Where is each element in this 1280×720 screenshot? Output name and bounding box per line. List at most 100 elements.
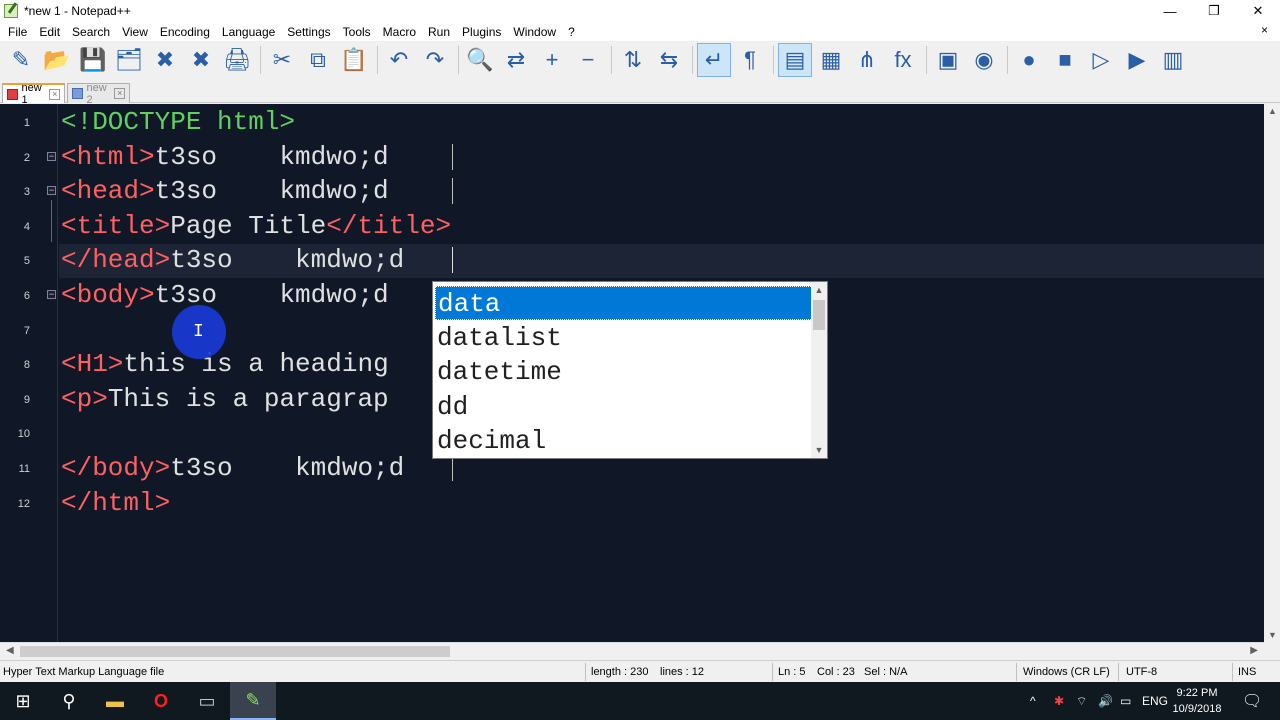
tab-new-1[interactable]: new 1 × [2,82,65,106]
scroll-down-icon[interactable]: ▼ [1268,630,1277,640]
doc-map-icon[interactable]: ▦ [814,43,848,77]
sync-horizontal-icon[interactable]: ⇆ [652,43,686,77]
copy-icon[interactable]: ⧉ [301,43,335,77]
menu-view[interactable]: View [116,25,154,39]
line-number: 4 [23,220,30,233]
open-file-icon[interactable]: 📂 [40,43,74,77]
zoom-out-icon[interactable]: − [571,43,605,77]
replace-icon[interactable]: ⇄ [499,43,533,77]
wifi-icon[interactable]: ⌔ [1076,682,1087,720]
autocomplete-item[interactable]: datetime [435,355,813,389]
restore-button[interactable]: ❐ [1192,0,1236,22]
scroll-thumb[interactable] [813,300,825,330]
scroll-right-icon[interactable]: ▶ [1250,645,1258,656]
print-icon[interactable]: 🖨 [220,43,254,77]
show-all-chars-icon[interactable]: ¶ [733,43,767,77]
find-icon[interactable]: 🔍 [463,43,497,77]
close-icon[interactable]: ✖ [148,43,182,77]
menu-file[interactable]: File [2,25,33,39]
line-number-gutter[interactable]: 1 2−3−4 5 6−7 8 9 10 11 12 [0,104,58,642]
autocomplete-scrollbar[interactable]: ▲ ▼ [811,282,827,458]
stop-macro-icon[interactable]: ■ [1048,43,1082,77]
function-list-icon[interactable]: ⋔ [850,43,884,77]
menu-help[interactable]: ? [562,25,581,39]
close-all-icon[interactable]: ✖ [184,43,218,77]
scroll-up-icon[interactable]: ▲ [1268,106,1277,116]
html-tag: </title> [326,210,452,241]
scroll-up-icon[interactable]: ▲ [811,282,827,298]
menu-language[interactable]: Language [216,25,281,39]
folder-as-workspace-icon[interactable]: ▣ [931,43,965,77]
code-line[interactable]: </head>t3so kmdwo;d [61,243,404,277]
menu-window[interactable]: Window [507,25,562,39]
save-icon[interactable]: 💾 [76,43,110,77]
fold-toggle-icon[interactable]: − [47,151,56,161]
scroll-left-icon[interactable]: ◀ [6,645,14,656]
autocomplete-item[interactable]: dd [435,390,813,424]
menu-tools[interactable]: Tools [337,25,377,39]
volume-icon[interactable]: 🔊 [1098,682,1113,720]
vertical-scrollbar[interactable]: ▲ ▼ [1264,104,1280,642]
menu-search[interactable]: Search [66,25,116,39]
fold-toggle-icon[interactable]: − [47,290,56,299]
tab-new-2[interactable]: new 2 × [67,82,130,106]
clock[interactable]: 9:22 PM 10/9/2018 [1162,685,1232,717]
menu-macro[interactable]: Macro [377,25,422,39]
menu-plugins[interactable]: Plugins [456,25,507,39]
cut-icon[interactable]: ✂ [265,43,299,77]
close-document-x[interactable]: × [1255,23,1274,37]
scroll-down-icon[interactable]: ▼ [811,442,827,458]
code-line[interactable]: <body>t3so kmdwo;d [61,278,389,312]
autocomplete-item[interactable]: data [435,286,813,320]
run-macro-icon[interactable]: ▶ [1120,43,1154,77]
fx-icon[interactable]: fx [886,43,920,77]
monitoring-icon[interactable]: ◉ [967,43,1001,77]
code-line[interactable]: </body>t3so kmdwo;d [61,451,404,485]
code-line[interactable]: <html>t3so kmdwo;d [61,140,389,174]
code-line[interactable]: <H1>this is a heading [61,347,389,381]
redo-icon[interactable]: ↷ [418,43,452,77]
notepadpp-icon[interactable]: ✎ [230,682,276,720]
autocomplete-item[interactable]: decimal [435,424,813,458]
undo-icon[interactable]: ↶ [382,43,416,77]
menu-run[interactable]: Run [422,25,456,39]
paste-icon[interactable]: 📋 [337,43,371,77]
code-line[interactable]: <head>t3so kmdwo;d [61,174,389,208]
zoom-in-icon[interactable]: + [535,43,569,77]
play-macro-icon[interactable]: ▷ [1084,43,1118,77]
indent-guide-icon[interactable]: ▤ [778,43,812,77]
record-macro-icon[interactable]: ● [1012,43,1046,77]
doctype-declaration: <!DOCTYPE html> [61,107,296,137]
menu-edit[interactable]: Edit [33,25,66,39]
tab-close-icon[interactable]: × [114,88,125,99]
horizontal-scrollbar[interactable]: ◀ ▶ [0,642,1264,659]
sync-vertical-icon[interactable]: ⇅ [616,43,650,77]
notification-icon[interactable]: 🗨 [1242,682,1262,720]
menu-encoding[interactable]: Encoding [154,25,216,39]
network-app-icon[interactable]: ✱ [1054,682,1064,720]
chevron-up-icon[interactable]: ^ [1030,682,1036,720]
autocomplete-list[interactable]: decimal dd datetime datalist data ▲ ▼ [432,281,828,459]
code-line[interactable]: <title>Page Title</title> [61,209,451,243]
save-macro-icon[interactable]: ▥ [1156,43,1190,77]
code-line[interactable]: </html> [61,486,170,520]
file-explorer-icon[interactable]: ▬ [92,682,138,720]
close-window-button[interactable]: ✕ [1236,0,1280,22]
search-icon[interactable]: ⚲ [46,682,92,720]
code-line[interactable]: <!DOCTYPE html> [61,105,295,139]
word-wrap-icon[interactable]: ↵ [697,43,731,77]
menu-settings[interactable]: Settings [281,25,336,39]
window-title: *new 1 - Notepad++ [24,4,131,18]
battery-icon[interactable]: ▭ [1120,682,1131,720]
minimize-button[interactable]: — [1148,0,1192,22]
code-line[interactable]: <p>This is a paragrap [61,382,389,416]
scroll-thumb[interactable] [20,646,450,657]
save-all-icon[interactable]: 🗂 [112,43,146,77]
windows-start-icon[interactable]: ⊞ [0,682,46,720]
opera-icon[interactable]: O [138,682,184,720]
app-icon[interactable]: ▭ [184,682,230,720]
fold-toggle-icon[interactable]: − [47,186,56,196]
autocomplete-item[interactable]: datalist [435,321,813,355]
new-file-icon[interactable]: ✎ [4,43,38,77]
tab-close-icon[interactable]: × [49,88,60,100]
